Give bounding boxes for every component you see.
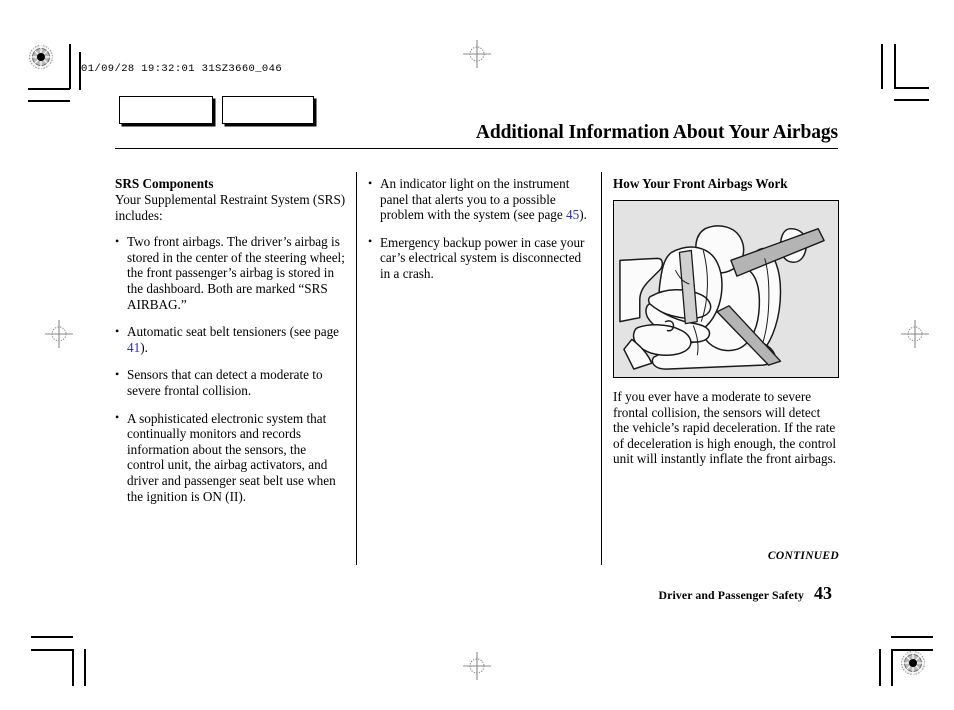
registration-dot-top-left xyxy=(28,44,54,70)
tab-box-1[interactable] xyxy=(119,96,213,124)
crop-mark-bottom-right-horizontal xyxy=(891,649,933,651)
column-left: SRS Components Your Supplemental Restrai… xyxy=(115,176,346,504)
column-divider-2 xyxy=(601,172,603,565)
column-middle: An indicator light on the instrument pan… xyxy=(368,176,592,282)
how-airbags-work-caption: If you ever have a moderate to severe fr… xyxy=(613,389,837,467)
page-cross-reference[interactable]: 41 xyxy=(127,340,140,355)
crop-mark-top-left-horizontal-outer xyxy=(28,100,70,102)
crosshair-mark-bottom xyxy=(461,650,493,682)
manual-page: 01/09/28 19:32:01 31SZ3660_046 Additiona… xyxy=(0,0,954,710)
list-item: An indicator light on the instrument pan… xyxy=(368,176,592,223)
crop-mark-top-right-vertical-outer xyxy=(881,44,883,89)
page-cross-reference[interactable]: 45 xyxy=(566,207,579,222)
crop-mark-bottom-left-horizontal xyxy=(31,649,73,651)
column-right: How Your Front Airbags Work If you ever … xyxy=(613,176,839,480)
srs-components-bullet-list-continued: An indicator light on the instrument pan… xyxy=(368,176,592,282)
crop-mark-top-left-vertical xyxy=(69,44,71,89)
registration-dot-bottom-right xyxy=(900,650,926,676)
list-item: Two front airbags. The driver’s airbag i… xyxy=(115,234,346,312)
srs-components-heading: SRS Components xyxy=(115,176,214,191)
front-airbag-deployment-illustration xyxy=(613,200,839,378)
crop-mark-bottom-left-horizontal-outer xyxy=(31,636,73,638)
page-title: Additional Information About Your Airbag… xyxy=(475,122,838,143)
footer-section-label: Driver and Passenger Safety xyxy=(658,588,804,602)
srs-components-bullet-list: Two front airbags. The driver’s airbag i… xyxy=(115,234,346,504)
continued-label: CONTINUED xyxy=(767,550,839,562)
footer-page-number: 43 xyxy=(814,583,832,603)
crop-mark-top-left-horizontal xyxy=(28,88,70,90)
print-slug-text: 01/09/28 19:32:01 31SZ3660_046 xyxy=(81,63,283,75)
bullet-text-pre: An indicator light on the instrument pan… xyxy=(380,176,570,223)
crop-mark-bottom-right-horizontal-outer xyxy=(891,636,933,638)
crop-mark-bottom-left-vertical-outer xyxy=(84,649,86,686)
bullet-text-post: ). xyxy=(579,207,587,223)
crop-mark-bottom-right-vertical xyxy=(891,649,893,686)
list-item: Emergency backup power in case your car’… xyxy=(368,234,592,282)
crosshair-mark-right xyxy=(899,318,931,350)
crop-mark-top-right-vertical xyxy=(894,44,896,89)
column-divider-1 xyxy=(356,172,358,565)
crop-mark-bottom-right-vertical-outer xyxy=(879,649,881,686)
crop-mark-top-right-horizontal-outer xyxy=(894,99,929,101)
bullet-text-pre: Automatic seat belt tensioners (see page xyxy=(127,324,340,340)
bullet-text-post: ). xyxy=(140,339,148,355)
list-item: Automatic seat belt tensioners (see page… xyxy=(115,324,346,355)
crop-mark-top-right-horizontal xyxy=(894,87,929,89)
list-item: Sensors that can detect a moderate to se… xyxy=(115,367,346,398)
how-airbags-work-heading: How Your Front Airbags Work xyxy=(613,176,788,191)
crosshair-mark-left xyxy=(43,318,75,350)
crop-mark-bottom-left-vertical xyxy=(72,649,74,686)
srs-components-intro: Your Supplemental Restraint System (SRS)… xyxy=(115,192,346,223)
tab-box-2[interactable] xyxy=(222,96,314,124)
list-item: A sophisticated electronic system that c… xyxy=(115,410,346,505)
title-underline-rule xyxy=(115,148,838,150)
crosshair-mark-top xyxy=(461,38,493,70)
